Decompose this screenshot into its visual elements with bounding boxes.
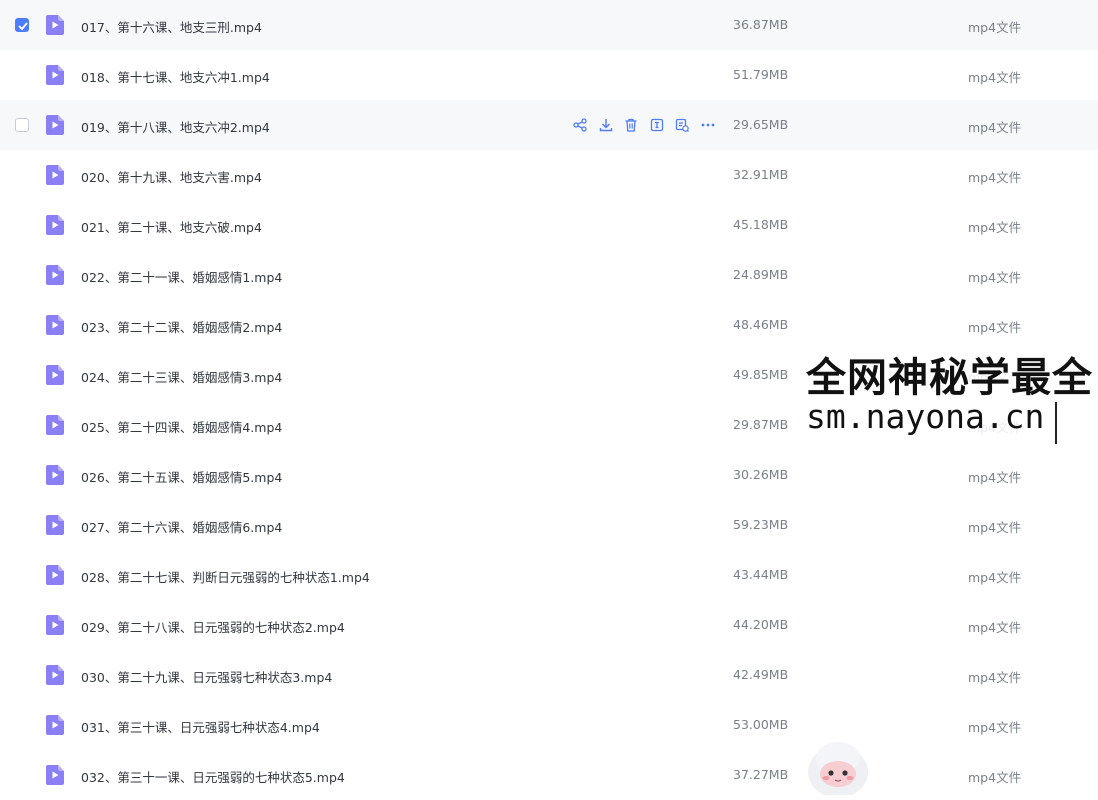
file-name[interactable]: 021、第二十课、地支六破.mp4 xyxy=(81,217,262,236)
file-size: 42.49MB xyxy=(733,667,789,682)
watermark-cursor-bar xyxy=(1055,402,1057,444)
file-type: mp4文件 xyxy=(968,570,1022,585)
file-type: mp4文件 xyxy=(968,520,1022,535)
video-file-icon xyxy=(46,515,64,535)
file-row[interactable]: 026、第二十五课、婚姻感情5.mp4 30.26MB mp4文件 xyxy=(0,450,1098,500)
video-file-icon xyxy=(46,465,64,485)
file-type: mp4文件 xyxy=(968,720,1022,735)
file-size: 49.85MB xyxy=(733,367,789,382)
share-icon[interactable] xyxy=(572,117,588,133)
delete-icon[interactable] xyxy=(623,117,639,133)
file-type: mp4文件 xyxy=(968,270,1022,285)
file-size: 30.26MB xyxy=(733,467,789,482)
file-type: mp4文件 xyxy=(968,120,1022,135)
file-name[interactable]: 023、第二十二课、婚姻感情2.mp4 xyxy=(81,317,282,336)
row-checkbox[interactable] xyxy=(15,118,29,132)
file-type: mp4文件 xyxy=(968,770,1022,785)
file-name[interactable]: 024、第二十三课、婚姻感情3.mp4 xyxy=(81,367,282,386)
file-row[interactable]: 022、第二十一课、婚姻感情1.mp4 24.89MB mp4文件 xyxy=(0,250,1098,300)
file-size: 36.87MB xyxy=(733,17,789,32)
more-icon[interactable] xyxy=(700,117,716,133)
file-row[interactable]: 017、第十六课、地支三刑.mp4 36.87MB mp4文件 xyxy=(0,0,1098,50)
video-file-icon xyxy=(46,665,64,685)
file-size: 32.91MB xyxy=(733,167,789,182)
file-name[interactable]: 032、第三十一课、日元强弱的七种状态5.mp4 xyxy=(81,767,345,786)
file-size: 59.23MB xyxy=(733,517,789,532)
video-file-icon xyxy=(46,565,64,585)
file-name[interactable]: 025、第二十四课、婚姻感情4.mp4 xyxy=(81,417,282,436)
file-size: 29.87MB xyxy=(733,417,789,432)
video-file-icon xyxy=(46,215,64,235)
video-file-icon xyxy=(46,15,64,35)
file-row[interactable]: 029、第二十八课、日元强弱的七种状态2.mp4 44.20MB mp4文件 xyxy=(0,600,1098,650)
file-name[interactable]: 020、第十九课、地支六害.mp4 xyxy=(81,167,262,186)
file-type: mp4文件 xyxy=(968,670,1022,685)
video-file-icon xyxy=(46,165,64,185)
file-name[interactable]: 031、第三十课、日元强弱七种状态4.mp4 xyxy=(81,717,320,736)
file-name[interactable]: 022、第二十一课、婚姻感情1.mp4 xyxy=(81,267,282,286)
file-name[interactable]: 026、第二十五课、婚姻感情5.mp4 xyxy=(81,467,282,486)
file-size: 48.46MB xyxy=(733,317,789,332)
check-icon xyxy=(18,22,28,31)
file-size: 43.44MB xyxy=(733,567,789,582)
file-type: mp4文件 xyxy=(968,170,1022,185)
file-name[interactable]: 028、第二十七课、判断日元强弱的七种状态1.mp4 xyxy=(81,567,370,586)
file-row[interactable]: 032、第三十一课、日元强弱的七种状态5.mp4 37.27MB mp4文件 xyxy=(0,750,1098,800)
file-size: 51.79MB xyxy=(733,67,789,82)
file-size: 45.18MB xyxy=(733,217,789,232)
file-name[interactable]: 019、第十八课、地支六冲2.mp4 xyxy=(81,117,270,136)
assistant-mascot-icon[interactable] xyxy=(804,738,872,795)
file-type: mp4文件 xyxy=(968,220,1022,235)
file-type: mp4文件 xyxy=(968,20,1022,35)
file-type: mp4文件 xyxy=(968,320,1022,335)
file-size: 24.89MB xyxy=(733,267,789,282)
video-file-icon xyxy=(46,765,64,785)
file-row[interactable]: 028、第二十七课、判断日元强弱的七种状态1.mp4 43.44MB mp4文件 xyxy=(0,550,1098,600)
file-size: 44.20MB xyxy=(733,617,789,632)
watermark-text-line1: 全网神秘学最全 xyxy=(806,355,1093,401)
copy-icon[interactable] xyxy=(674,117,690,133)
file-name[interactable]: 027、第二十六课、婚姻感情6.mp4 xyxy=(81,517,282,536)
watermark-text-line2: sm.nayona.cn xyxy=(806,397,1045,436)
video-file-icon xyxy=(46,65,64,85)
file-row[interactable]: 027、第二十六课、婚姻感情6.mp4 59.23MB mp4文件 xyxy=(0,500,1098,550)
video-file-icon xyxy=(46,365,64,385)
file-row[interactable]: 030、第二十九课、日元强弱七种状态3.mp4 42.49MB mp4文件 xyxy=(0,650,1098,700)
file-type: mp4文件 xyxy=(968,70,1022,85)
video-file-icon xyxy=(46,615,64,635)
video-file-icon xyxy=(46,265,64,285)
file-name[interactable]: 029、第二十八课、日元强弱的七种状态2.mp4 xyxy=(81,617,345,636)
file-size: 53.00MB xyxy=(733,717,789,732)
video-file-icon xyxy=(46,415,64,435)
file-row[interactable]: 018、第十七课、地支六冲1.mp4 51.79MB mp4文件 xyxy=(0,50,1098,100)
video-file-icon xyxy=(46,115,64,135)
file-type: mp4文件 xyxy=(968,620,1022,635)
file-name[interactable]: 017、第十六课、地支三刑.mp4 xyxy=(81,17,262,36)
file-size: 29.65MB xyxy=(733,117,789,132)
file-row[interactable]: 021、第二十课、地支六破.mp4 45.18MB mp4文件 xyxy=(0,200,1098,250)
rename-icon[interactable] xyxy=(649,117,665,133)
file-name[interactable]: 030、第二十九课、日元强弱七种状态3.mp4 xyxy=(81,667,332,686)
video-file-icon xyxy=(46,315,64,335)
row-checkbox[interactable] xyxy=(15,18,29,32)
video-file-icon xyxy=(46,715,64,735)
file-name[interactable]: 018、第十七课、地支六冲1.mp4 xyxy=(81,67,270,86)
file-row[interactable]: 020、第十九课、地支六害.mp4 32.91MB mp4文件 xyxy=(0,150,1098,200)
download-icon[interactable] xyxy=(598,117,614,133)
file-size: 37.27MB xyxy=(733,767,789,782)
file-type: mp4文件 xyxy=(968,470,1022,485)
file-row[interactable]: 019、第十八课、地支六冲2.mp4 29.65MB mp4文件 xyxy=(0,100,1098,150)
file-row[interactable]: 031、第三十课、日元强弱七种状态4.mp4 53.00MB mp4文件 xyxy=(0,700,1098,750)
